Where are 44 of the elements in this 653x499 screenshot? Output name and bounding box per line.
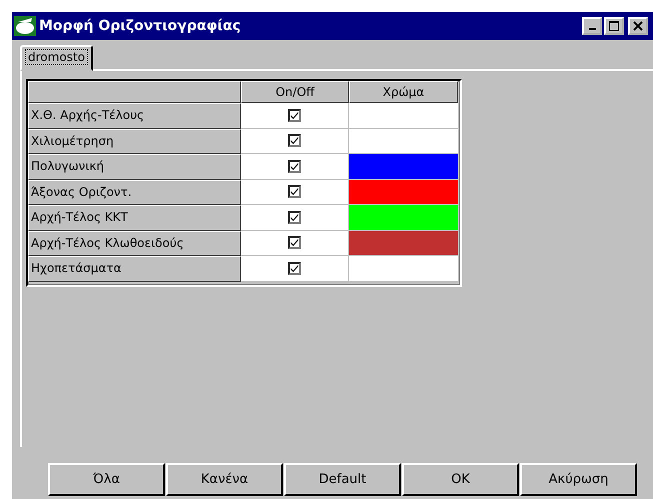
dialog-button[interactable]: Ακύρωση	[520, 463, 637, 496]
color-swatch[interactable]	[349, 154, 458, 180]
close-button[interactable]	[628, 17, 648, 35]
color-swatch[interactable]	[349, 230, 458, 256]
checkbox[interactable]	[288, 185, 301, 198]
window-title: Μορφή Οριζοντιογραφίας	[39, 18, 242, 34]
checkmark-icon	[290, 262, 299, 274]
checkbox[interactable]	[288, 134, 301, 148]
checkbox[interactable]	[288, 160, 301, 173]
dialog-button[interactable]: Κανένα	[166, 463, 283, 496]
checkbox[interactable]	[288, 236, 301, 250]
row-header: Χ.Θ. Αρχής-Τέλους	[28, 103, 241, 128]
dialog-button[interactable]: Όλα	[48, 463, 165, 496]
column-header: On/Off	[241, 81, 349, 103]
row-header: Πολυγωνική	[28, 154, 241, 180]
row-header: Αρχή-Τέλος Κλωθοειδούς	[28, 230, 241, 256]
color-swatch[interactable]	[349, 256, 458, 282]
checkmark-icon	[290, 186, 299, 198]
checkmark-icon	[290, 110, 299, 121]
maximize-button[interactable]	[604, 17, 624, 35]
app-icon	[14, 16, 36, 36]
minimize-icon	[588, 28, 596, 30]
color-swatch[interactable]	[349, 103, 458, 128]
row-header: Ηχοπετάσματα	[28, 256, 241, 282]
tab[interactable]: dromosto	[20, 45, 93, 71]
color-swatch[interactable]	[349, 128, 458, 154]
checkmark-icon	[290, 212, 299, 223]
checkbox[interactable]	[288, 262, 301, 275]
minimize-button[interactable]	[582, 17, 602, 35]
checkmark-icon	[290, 237, 299, 248]
dialog-button[interactable]: Default	[284, 463, 401, 496]
checkbox[interactable]	[288, 108, 301, 122]
checkbox[interactable]	[288, 210, 301, 224]
color-swatch[interactable]	[349, 205, 458, 230]
row-header: Χιλιομέτρηση	[28, 128, 241, 154]
column-header: Χρώμα	[349, 81, 458, 103]
dialog-button[interactable]: OK	[402, 463, 519, 496]
close-icon	[633, 21, 643, 31]
color-swatch[interactable]	[349, 180, 458, 205]
checkmark-icon	[290, 160, 299, 172]
row-header: Αρχή-Τέλος ΚΚΤ	[28, 205, 241, 230]
row-header: Άξονας Οριζοντ.	[28, 180, 241, 205]
maximize-icon	[609, 21, 619, 31]
checkmark-icon	[290, 135, 299, 146]
